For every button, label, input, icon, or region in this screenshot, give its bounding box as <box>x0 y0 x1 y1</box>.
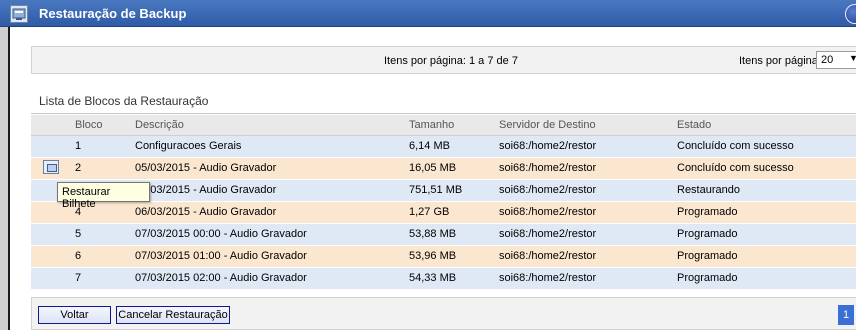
cell-estado: Concluído com sucesso <box>671 157 856 180</box>
cell-servidor: soi68:/home2/restor <box>493 179 671 202</box>
column-header-descricao: Descrição <box>129 115 403 136</box>
cell-servidor: soi68:/home2/restor <box>493 157 671 180</box>
tooltip: Restaurar Bilhete <box>57 182 150 210</box>
cell-bloco: 5 <box>69 223 129 246</box>
per-page-value: 20 <box>821 54 834 66</box>
cell-tamanho: 54,33 MB <box>403 267 493 290</box>
cell-descricao: 06/03/2015 - Audio Gravador <box>129 201 403 224</box>
cell-tamanho: 53,88 MB <box>403 223 493 246</box>
row-icon-cell <box>31 135 69 158</box>
cell-descricao: 07/03/2015 02:00 - Audio Gravador <box>129 267 403 290</box>
column-header-tamanho: Tamanho <box>403 115 493 136</box>
cell-descricao: 05/03/2015 - Audio Gravador <box>129 157 403 180</box>
table-row[interactable]: 2 05/03/2015 - Audio Gravador 16,05 MB s… <box>31 157 856 180</box>
cell-bloco: 6 <box>69 245 129 268</box>
cell-servidor: soi68:/home2/restor <box>493 245 671 268</box>
cell-servidor: soi68:/home2/restor <box>493 135 671 158</box>
cell-tamanho: 751,51 MB <box>403 179 493 202</box>
column-header-servidor: Servidor de Destino <box>493 115 671 136</box>
row-icon-cell <box>31 245 69 268</box>
cell-tamanho: 16,05 MB <box>403 157 493 180</box>
top-pager: Itens por página: 1 a 7 de 7 Itens por p… <box>31 46 856 74</box>
cell-descricao: 07/03/2015 00:00 - Audio Gravador <box>129 223 403 246</box>
cell-servidor: soi68:/home2/restor <box>493 267 671 290</box>
row-icon-cell <box>31 223 69 246</box>
items-range-text: Itens por página: 1 a 7 de 7 <box>384 55 518 67</box>
cell-bloco: 2 <box>69 157 129 180</box>
cell-servidor: soi68:/home2/restor <box>493 201 671 224</box>
backup-app-icon <box>10 5 28 23</box>
cell-servidor: soi68:/home2/restor <box>493 223 671 246</box>
help-circle-icon[interactable] <box>845 4 856 24</box>
page-number-1[interactable]: 1 <box>838 305 854 325</box>
column-header-estado: Estado <box>671 115 856 136</box>
row-icon-cell <box>31 267 69 290</box>
cell-estado: Restaurando <box>671 179 856 202</box>
cell-descricao: 06/03/2015 - Audio Gravador <box>129 179 403 202</box>
cell-tamanho: 6,14 MB <box>403 135 493 158</box>
window-left-frame <box>0 27 8 330</box>
cell-descricao: Configuracoes Gerais <box>129 135 403 158</box>
table-row[interactable]: 7 07/03/2015 02:00 - Audio Gravador 54,3… <box>31 267 856 290</box>
cancel-restore-button[interactable]: Cancelar Restauração <box>116 306 230 324</box>
divider <box>31 113 856 114</box>
table-row[interactable]: 4 06/03/2015 - Audio Gravador 1,27 GB so… <box>31 201 856 224</box>
restore-ticket-icon[interactable] <box>43 159 59 174</box>
column-header-bloco: Bloco <box>69 115 129 136</box>
icon-column-header <box>31 115 69 136</box>
cell-descricao: 07/03/2015 01:00 - Audio Gravador <box>129 245 403 268</box>
cell-estado: Programado <box>671 267 856 290</box>
window-titlebar: Restauração de Backup <box>0 0 856 27</box>
cell-estado: Programado <box>671 245 856 268</box>
chevron-down-icon: ▼ <box>849 53 856 63</box>
table-row[interactable]: 5 07/03/2015 00:00 - Audio Gravador 53,8… <box>31 223 856 246</box>
table-row[interactable]: 6 07/03/2015 01:00 - Audio Gravador 53,9… <box>31 245 856 268</box>
cell-tamanho: 53,96 MB <box>403 245 493 268</box>
row-icon-cell <box>31 157 69 180</box>
per-page-select[interactable]: 20 ▼ <box>816 51 856 69</box>
cell-estado: Programado <box>671 223 856 246</box>
cell-bloco: 1 <box>69 135 129 158</box>
table-row[interactable]: 1 Configuracoes Gerais 6,14 MB soi68:/ho… <box>31 135 856 158</box>
window-title: Restauração de Backup <box>39 6 187 21</box>
cell-bloco: 7 <box>69 267 129 290</box>
cell-estado: Concluído com sucesso <box>671 135 856 158</box>
list-title: Lista de Blocos da Restauração <box>39 94 209 108</box>
cell-estado: Programado <box>671 201 856 224</box>
bottom-toolbar: Voltar Cancelar Restauração 1 <box>31 297 856 330</box>
window-left-border <box>8 27 10 330</box>
table-row[interactable]: 3 06/03/2015 - Audio Gravador 751,51 MB … <box>31 179 856 202</box>
restore-blocks-table: Bloco Descrição Tamanho Servidor de Dest… <box>31 115 856 290</box>
back-button[interactable]: Voltar <box>38 306 111 324</box>
per-page-label: Itens por página: <box>739 55 821 67</box>
table-header-row: Bloco Descrição Tamanho Servidor de Dest… <box>31 115 856 136</box>
cell-tamanho: 1,27 GB <box>403 201 493 224</box>
